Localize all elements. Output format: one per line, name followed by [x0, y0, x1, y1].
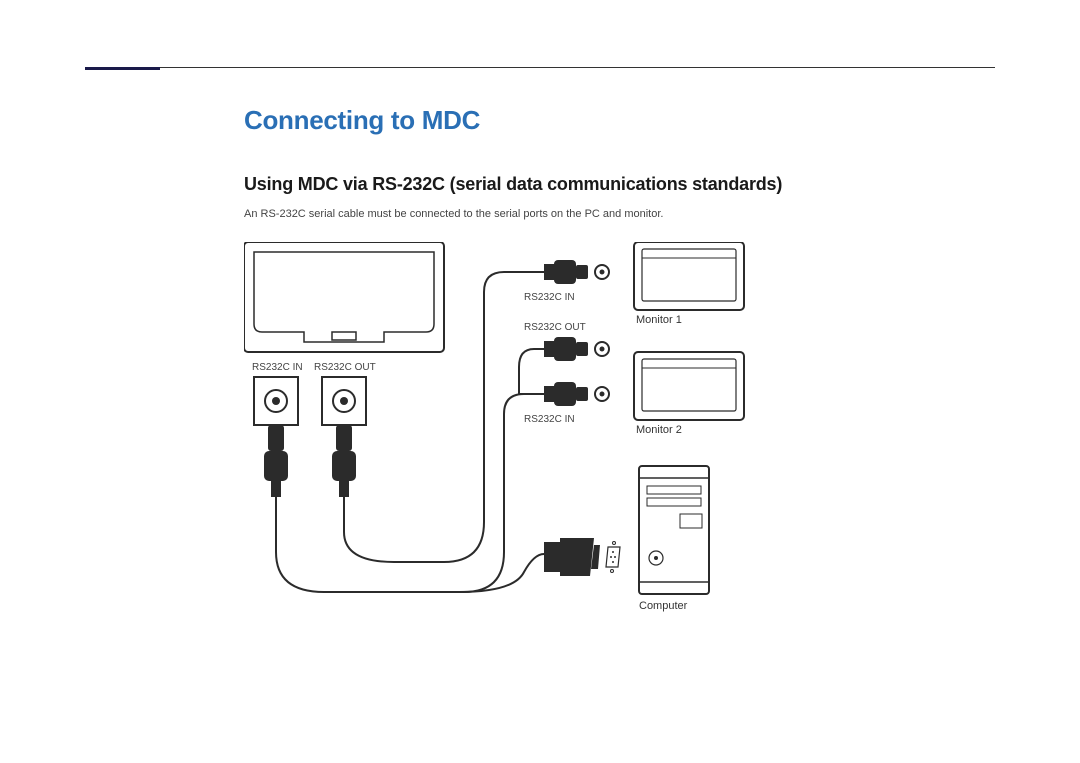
connector-mid-in — [544, 382, 609, 406]
connector-top — [544, 260, 609, 284]
cable-daisy — [519, 349, 544, 394]
diagram-svg — [244, 242, 764, 642]
page-title: Connecting to MDC — [244, 105, 1004, 136]
plug-left — [264, 425, 288, 497]
conn1-in-label: RS232C IN — [524, 292, 575, 303]
monitor-2-icon — [634, 352, 744, 420]
panel-port-in-box — [254, 377, 298, 425]
connector-mid-out — [544, 337, 609, 361]
monitor2-label: Monitor 2 — [636, 424, 682, 436]
panel-port-out-box — [322, 377, 366, 425]
header-rule — [85, 67, 995, 68]
computer-tower-icon — [639, 466, 709, 594]
cable-to-pc — [459, 554, 544, 592]
plug-right — [332, 425, 356, 497]
header-accent-mark — [85, 67, 160, 70]
page-content: Connecting to MDC Using MDC via RS-232C … — [244, 105, 1004, 642]
monitor-1-icon — [634, 242, 744, 310]
panel-port-out-label: RS232C OUT — [314, 362, 376, 373]
page-body-text: An RS-232C serial cable must be connecte… — [244, 207, 1004, 222]
conn3-in-label: RS232C IN — [524, 414, 575, 425]
connection-diagram: RS232C IN RS232C OUT RS232C IN RS232C OU… — [244, 242, 764, 642]
panel-port-in-label: RS232C IN — [252, 362, 303, 373]
conn2-out-label: RS232C OUT — [524, 322, 586, 333]
page-subtitle: Using MDC via RS-232C (serial data commu… — [244, 174, 1004, 195]
computer-label: Computer — [639, 600, 687, 612]
monitor1-label: Monitor 1 — [636, 314, 682, 326]
monitor-back-panel — [244, 242, 444, 352]
serial-connector — [544, 538, 620, 576]
